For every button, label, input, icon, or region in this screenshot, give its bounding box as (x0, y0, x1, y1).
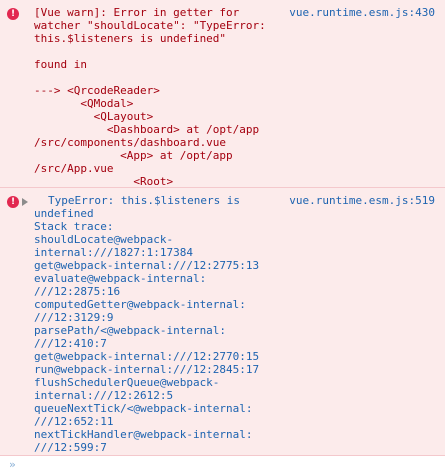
console-input-row: » (0, 456, 445, 472)
error-icon: ! (7, 8, 19, 20)
console-message-text-continued: undefined (34, 207, 94, 220)
expand-triangle-icon[interactable] (22, 198, 28, 206)
chevron-right-icon: » (9, 458, 16, 471)
console-message-vue-warn[interactable]: ! [Vue warn]: Error in getter for watche… (0, 0, 445, 188)
stack-trace: Stack trace: shouldLocate@webpack- inter… (34, 220, 260, 454)
console-input[interactable] (24, 456, 434, 472)
console-message-type-error[interactable]: ! TypeError: this.$listeners is undefine… (0, 188, 445, 456)
console-message-text: TypeError: this.$listeners is (48, 194, 241, 207)
browser-console: ! [Vue warn]: Error in getter for watche… (0, 0, 445, 472)
source-link[interactable]: vue.runtime.esm.js:519 (289, 194, 435, 207)
error-icon: ! (7, 196, 19, 208)
console-message-text: [Vue warn]: Error in getter for watcher … (34, 6, 266, 188)
source-link[interactable]: vue.runtime.esm.js:430 (289, 6, 435, 19)
